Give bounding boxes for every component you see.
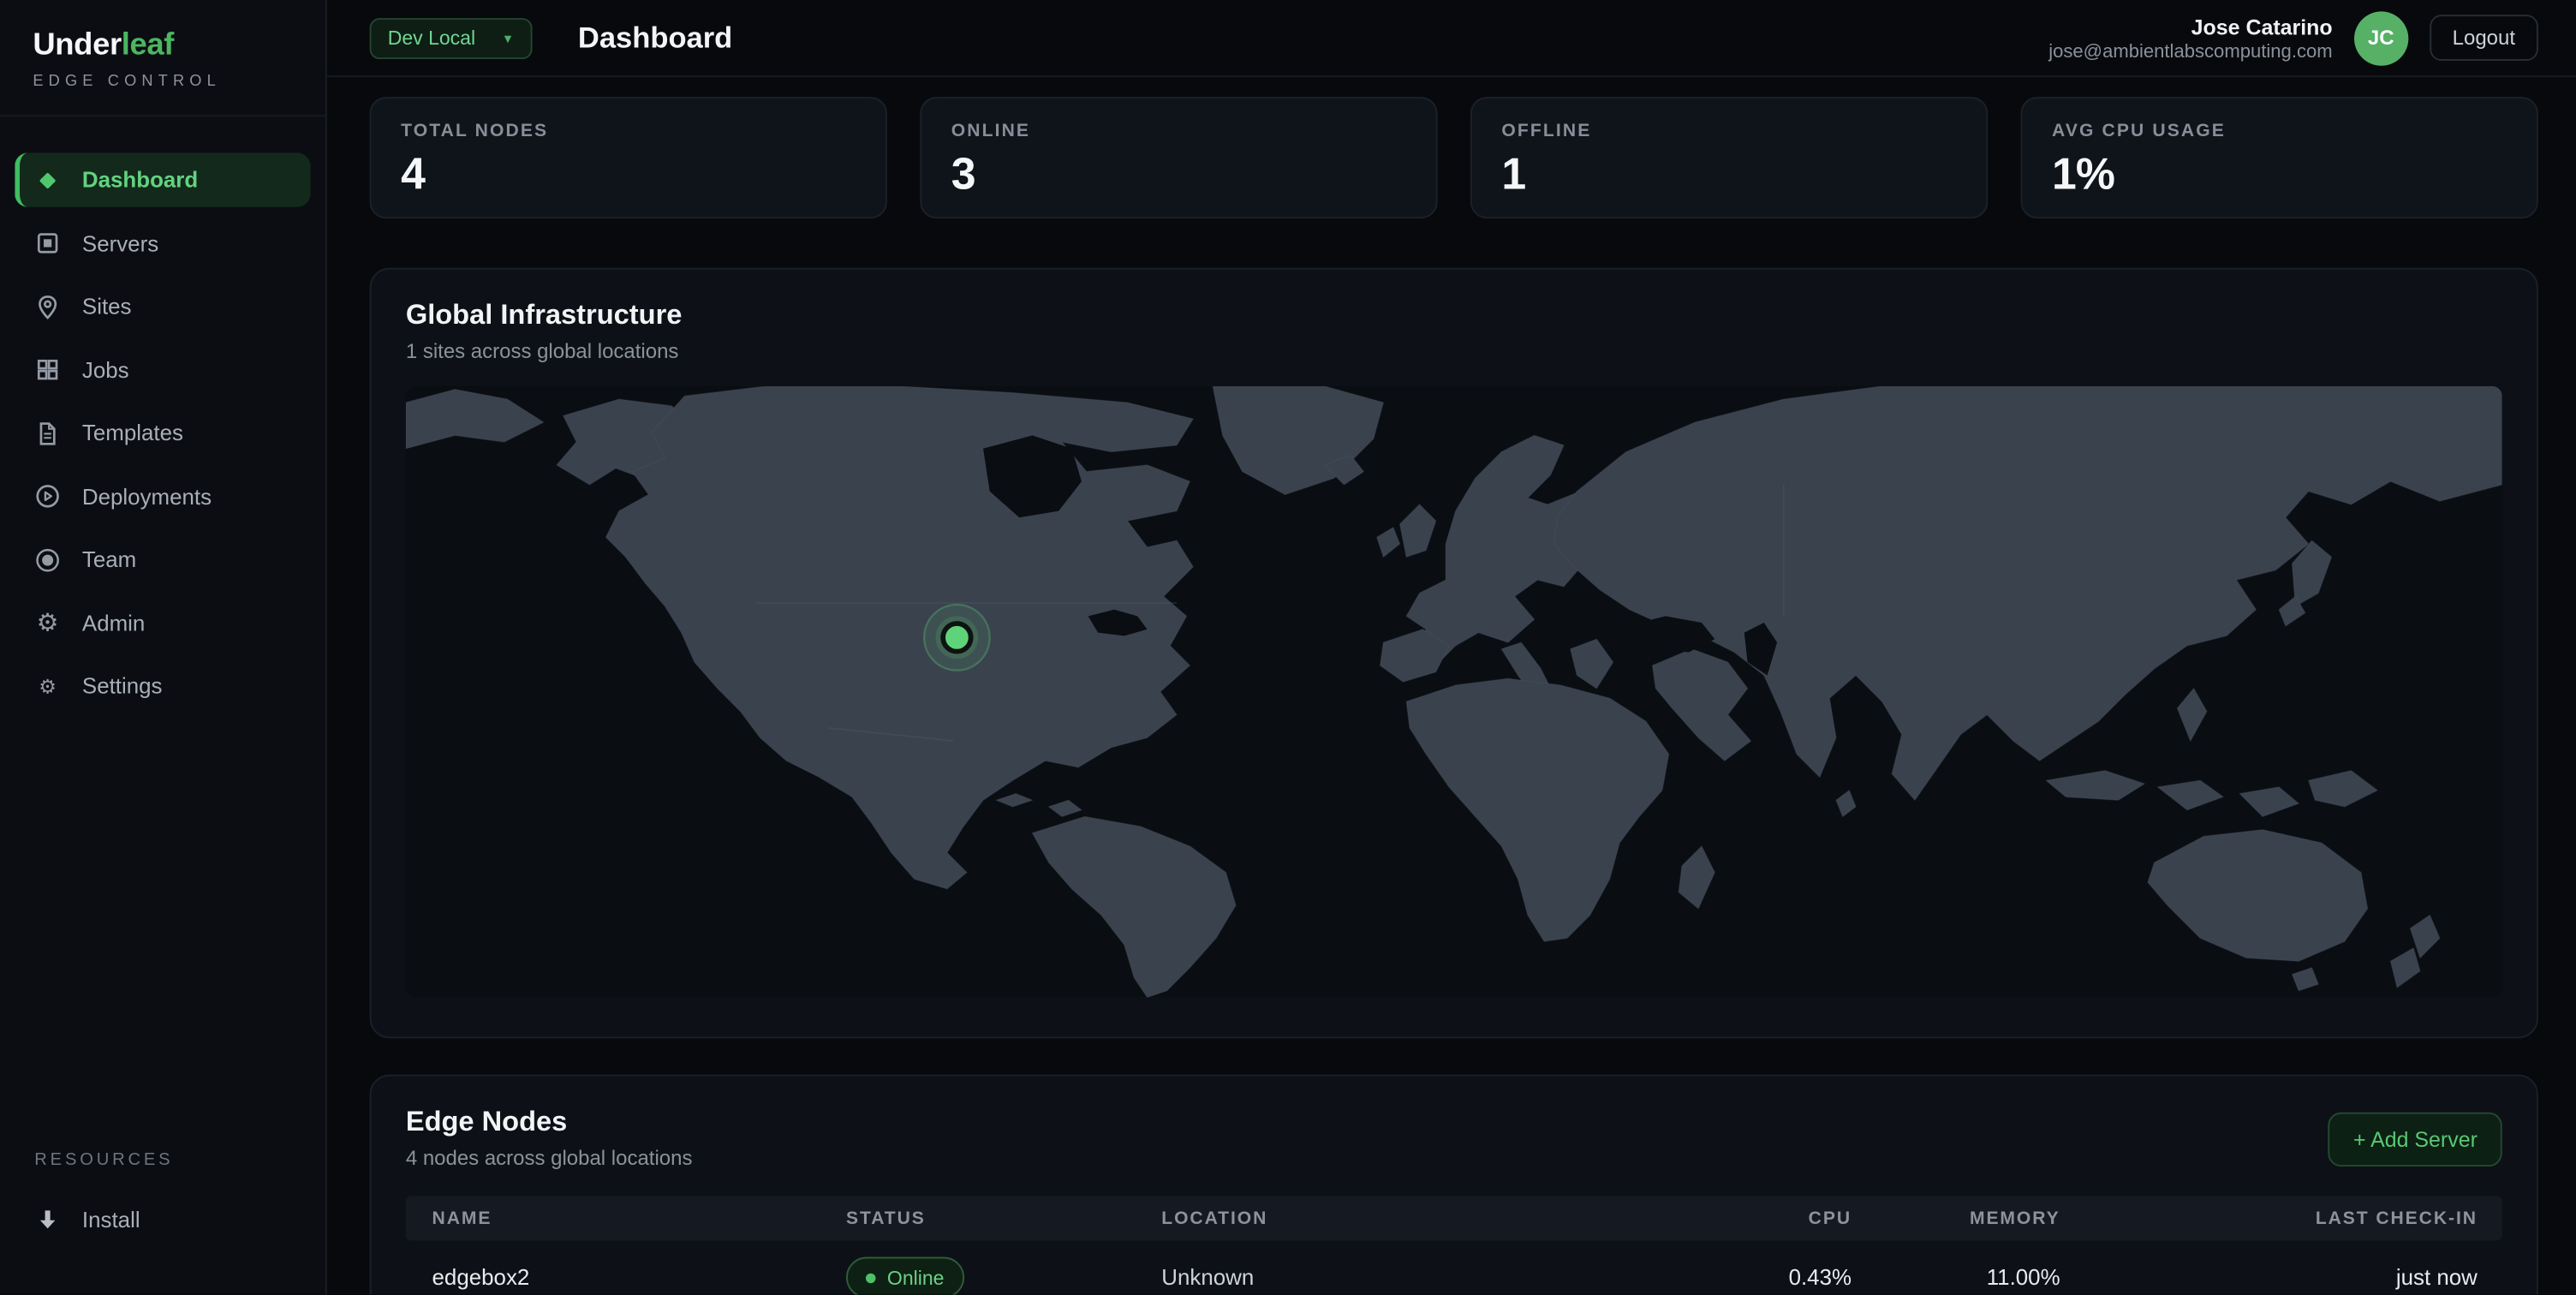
sidebar-item-label: Jobs (82, 357, 129, 382)
node-status-cell: Online (820, 1257, 1135, 1295)
status-badge: Online (846, 1257, 964, 1295)
online-site-marker (924, 605, 990, 671)
stat-value: 1% (2052, 150, 2507, 200)
stat-value: 3 (951, 150, 1406, 200)
page-title: Dashboard (578, 21, 732, 55)
sidebar-item-label: Dashboard (82, 168, 198, 193)
user-circle-icon (34, 546, 61, 573)
edge-nodes-header: Edge Nodes 4 nodes across global locatio… (406, 1106, 2502, 1170)
section-subtitle: 4 nodes across global locations (406, 1147, 693, 1170)
main-area: Dev Local ▼ Dashboard Jose Catarino jose… (327, 0, 2576, 1295)
environment-selector[interactable]: Dev Local ▼ (370, 17, 533, 58)
stat-label: ONLINE (951, 122, 1406, 141)
edge-nodes-table: NAME STATUS LOCATION CPU MEMORY LAST CHE… (406, 1197, 2502, 1295)
add-server-button[interactable]: + Add Server (2329, 1113, 2501, 1167)
node-memory: 11.00% (1852, 1265, 2060, 1290)
dashboard-content: TOTAL NODES 4 ONLINE 3 OFFLINE 1 AVG CPU… (327, 77, 2576, 1295)
sidebar-item-deployments[interactable]: Deployments (15, 469, 310, 523)
node-location: Unknown (1136, 1265, 1540, 1290)
sidebar-item-templates[interactable]: Templates (15, 406, 310, 460)
sidebar-nav: Dashboard Servers Sites Jobs (0, 116, 325, 1149)
user-name: Jose Catarino (2048, 14, 2332, 39)
sidebar-item-label: Team (82, 547, 136, 572)
topbar-user-area: Jose Catarino jose@ambientlabscomputing.… (2048, 10, 2538, 64)
brand-logo: Underleaf EDGE CONTROL (0, 0, 325, 116)
environment-selector-value: Dev Local (388, 27, 475, 50)
stat-label: TOTAL NODES (401, 122, 856, 141)
section-subtitle: 1 sites across global locations (406, 340, 2502, 363)
node-name: edgebox2 (406, 1265, 820, 1290)
stat-card-offline: OFFLINE 1 (1470, 97, 1988, 218)
play-circle-icon (34, 483, 61, 510)
world-map-svg (406, 386, 2502, 998)
stat-label: AVG CPU USAGE (2052, 122, 2507, 141)
logout-button[interactable]: Logout (2430, 15, 2538, 61)
online-dot-icon (866, 1273, 876, 1283)
resources-heading: RESOURCES (15, 1149, 310, 1169)
sidebar-resources: RESOURCES Install (0, 1149, 325, 1295)
global-infrastructure-section: Global Infrastructure 1 sites across glo… (370, 268, 2538, 1039)
stat-card-avg-cpu: AVG CPU USAGE 1% (2021, 97, 2538, 218)
column-header-name: NAME (406, 1208, 820, 1228)
grid-icon (34, 356, 61, 383)
section-title: Global Infrastructure (406, 299, 2502, 331)
chevron-down-icon: ▼ (502, 30, 514, 45)
table-header-row: NAME STATUS LOCATION CPU MEMORY LAST CHE… (406, 1197, 2502, 1241)
status-label: Online (887, 1266, 945, 1289)
edge-nodes-section: Edge Nodes 4 nodes across global locatio… (370, 1075, 2538, 1295)
node-last-checkin: just now (2060, 1265, 2502, 1290)
sidebar-item-dashboard[interactable]: Dashboard (15, 152, 310, 206)
column-header-memory: MEMORY (1852, 1208, 2060, 1228)
document-icon (34, 420, 61, 446)
download-icon (34, 1206, 61, 1232)
column-header-cpu: CPU (1540, 1208, 1852, 1228)
sidebar-item-label: Install (82, 1207, 140, 1232)
sidebar-item-label: Templates (82, 421, 183, 445)
column-header-location: LOCATION (1136, 1208, 1540, 1228)
sidebar-item-servers[interactable]: Servers (15, 216, 310, 270)
user-email: jose@ambientlabscomputing.com (2048, 42, 2332, 62)
sidebar-item-label: Sites (82, 294, 132, 319)
stat-card-online: ONLINE 3 (920, 97, 1437, 218)
app-window: Underleaf EDGE CONTROL Dashboard Servers (0, 0, 2576, 1295)
sidebar-item-sites[interactable]: Sites (15, 279, 310, 333)
diamond-icon (34, 167, 61, 194)
section-title: Edge Nodes (406, 1106, 693, 1138)
gear-icon: ⚙ (34, 610, 61, 636)
sidebar: Underleaf EDGE CONTROL Dashboard Servers (0, 0, 327, 1295)
sidebar-item-label: Settings (82, 674, 163, 699)
sidebar-item-label: Admin (82, 611, 145, 636)
brand-name: Underleaf (33, 28, 292, 64)
sidebar-item-install[interactable]: Install (15, 1192, 310, 1246)
stat-label: OFFLINE (1501, 122, 1956, 141)
stat-card-total-nodes: TOTAL NODES 4 (370, 97, 887, 218)
column-header-last-checkin: LAST CHECK-IN (2060, 1208, 2502, 1228)
node-cpu: 0.43% (1540, 1265, 1852, 1290)
world-map[interactable] (406, 386, 2502, 998)
gear-small-icon: ⚙ (34, 673, 61, 700)
map-pin-icon (34, 293, 61, 319)
topbar: Dev Local ▼ Dashboard Jose Catarino jose… (327, 0, 2576, 77)
user-meta: Jose Catarino jose@ambientlabscomputing.… (2048, 14, 2332, 62)
sidebar-item-label: Servers (82, 231, 158, 256)
table-row[interactable]: edgebox2 Online Unknown 0.43% 11.00% jus… (406, 1240, 2502, 1294)
sidebar-item-team[interactable]: Team (15, 533, 310, 587)
avatar[interactable]: JC (2354, 10, 2408, 64)
sidebar-item-admin[interactable]: ⚙ Admin (15, 595, 310, 649)
stats-grid: TOTAL NODES 4 ONLINE 3 OFFLINE 1 AVG CPU… (370, 97, 2538, 218)
server-icon (34, 230, 61, 257)
stat-value: 4 (401, 150, 856, 200)
column-header-status: STATUS (820, 1208, 1135, 1228)
brand-tagline: EDGE CONTROL (33, 72, 292, 90)
sidebar-item-settings[interactable]: ⚙ Settings (15, 659, 310, 713)
sidebar-item-jobs[interactable]: Jobs (15, 343, 310, 397)
sidebar-item-label: Deployments (82, 484, 212, 509)
stat-value: 1 (1501, 150, 1956, 200)
